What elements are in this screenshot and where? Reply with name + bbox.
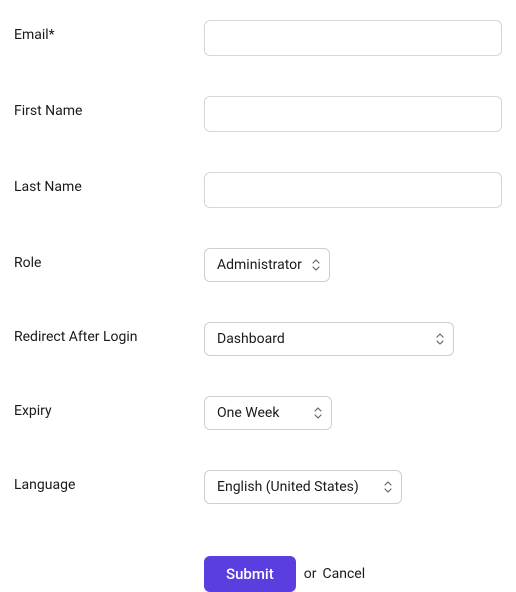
submit-button[interactable]: Submit xyxy=(204,556,296,592)
email-row: Email* xyxy=(14,20,502,56)
cancel-link[interactable]: Cancel xyxy=(322,566,365,582)
expiry-select-value: One Week xyxy=(217,405,279,421)
role-select-value: Administrator xyxy=(217,257,302,273)
or-text: or xyxy=(304,566,317,582)
last-name-field[interactable] xyxy=(204,172,502,208)
user-form: Email* First Name Last Name Role Adminis… xyxy=(14,20,502,592)
expiry-row: Expiry One Week xyxy=(14,396,502,430)
expiry-select[interactable]: One Week xyxy=(204,396,332,430)
chevron-up-down-icon xyxy=(313,406,323,420)
last-name-row: Last Name xyxy=(14,172,502,208)
role-select[interactable]: Administrator xyxy=(204,248,330,282)
language-select[interactable]: English (United States) xyxy=(204,470,402,504)
redirect-label: Redirect After Login xyxy=(14,322,204,345)
chevron-up-down-icon xyxy=(435,332,445,346)
chevron-up-down-icon xyxy=(311,258,321,272)
chevron-up-down-icon xyxy=(383,480,393,494)
first-name-label: First Name xyxy=(14,96,204,119)
actions-row: Submit or Cancel xyxy=(14,556,502,592)
redirect-select-value: Dashboard xyxy=(217,331,285,347)
language-select-value: English (United States) xyxy=(217,479,359,495)
redirect-select[interactable]: Dashboard xyxy=(204,322,454,356)
language-row: Language English (United States) xyxy=(14,470,502,504)
last-name-label: Last Name xyxy=(14,172,204,195)
language-label: Language xyxy=(14,470,204,493)
redirect-row: Redirect After Login Dashboard xyxy=(14,322,502,356)
role-row: Role Administrator xyxy=(14,248,502,282)
first-name-field[interactable] xyxy=(204,96,502,132)
expiry-label: Expiry xyxy=(14,396,204,419)
role-label: Role xyxy=(14,248,204,271)
email-label: Email* xyxy=(14,20,204,43)
email-field[interactable] xyxy=(204,20,502,56)
first-name-row: First Name xyxy=(14,96,502,132)
